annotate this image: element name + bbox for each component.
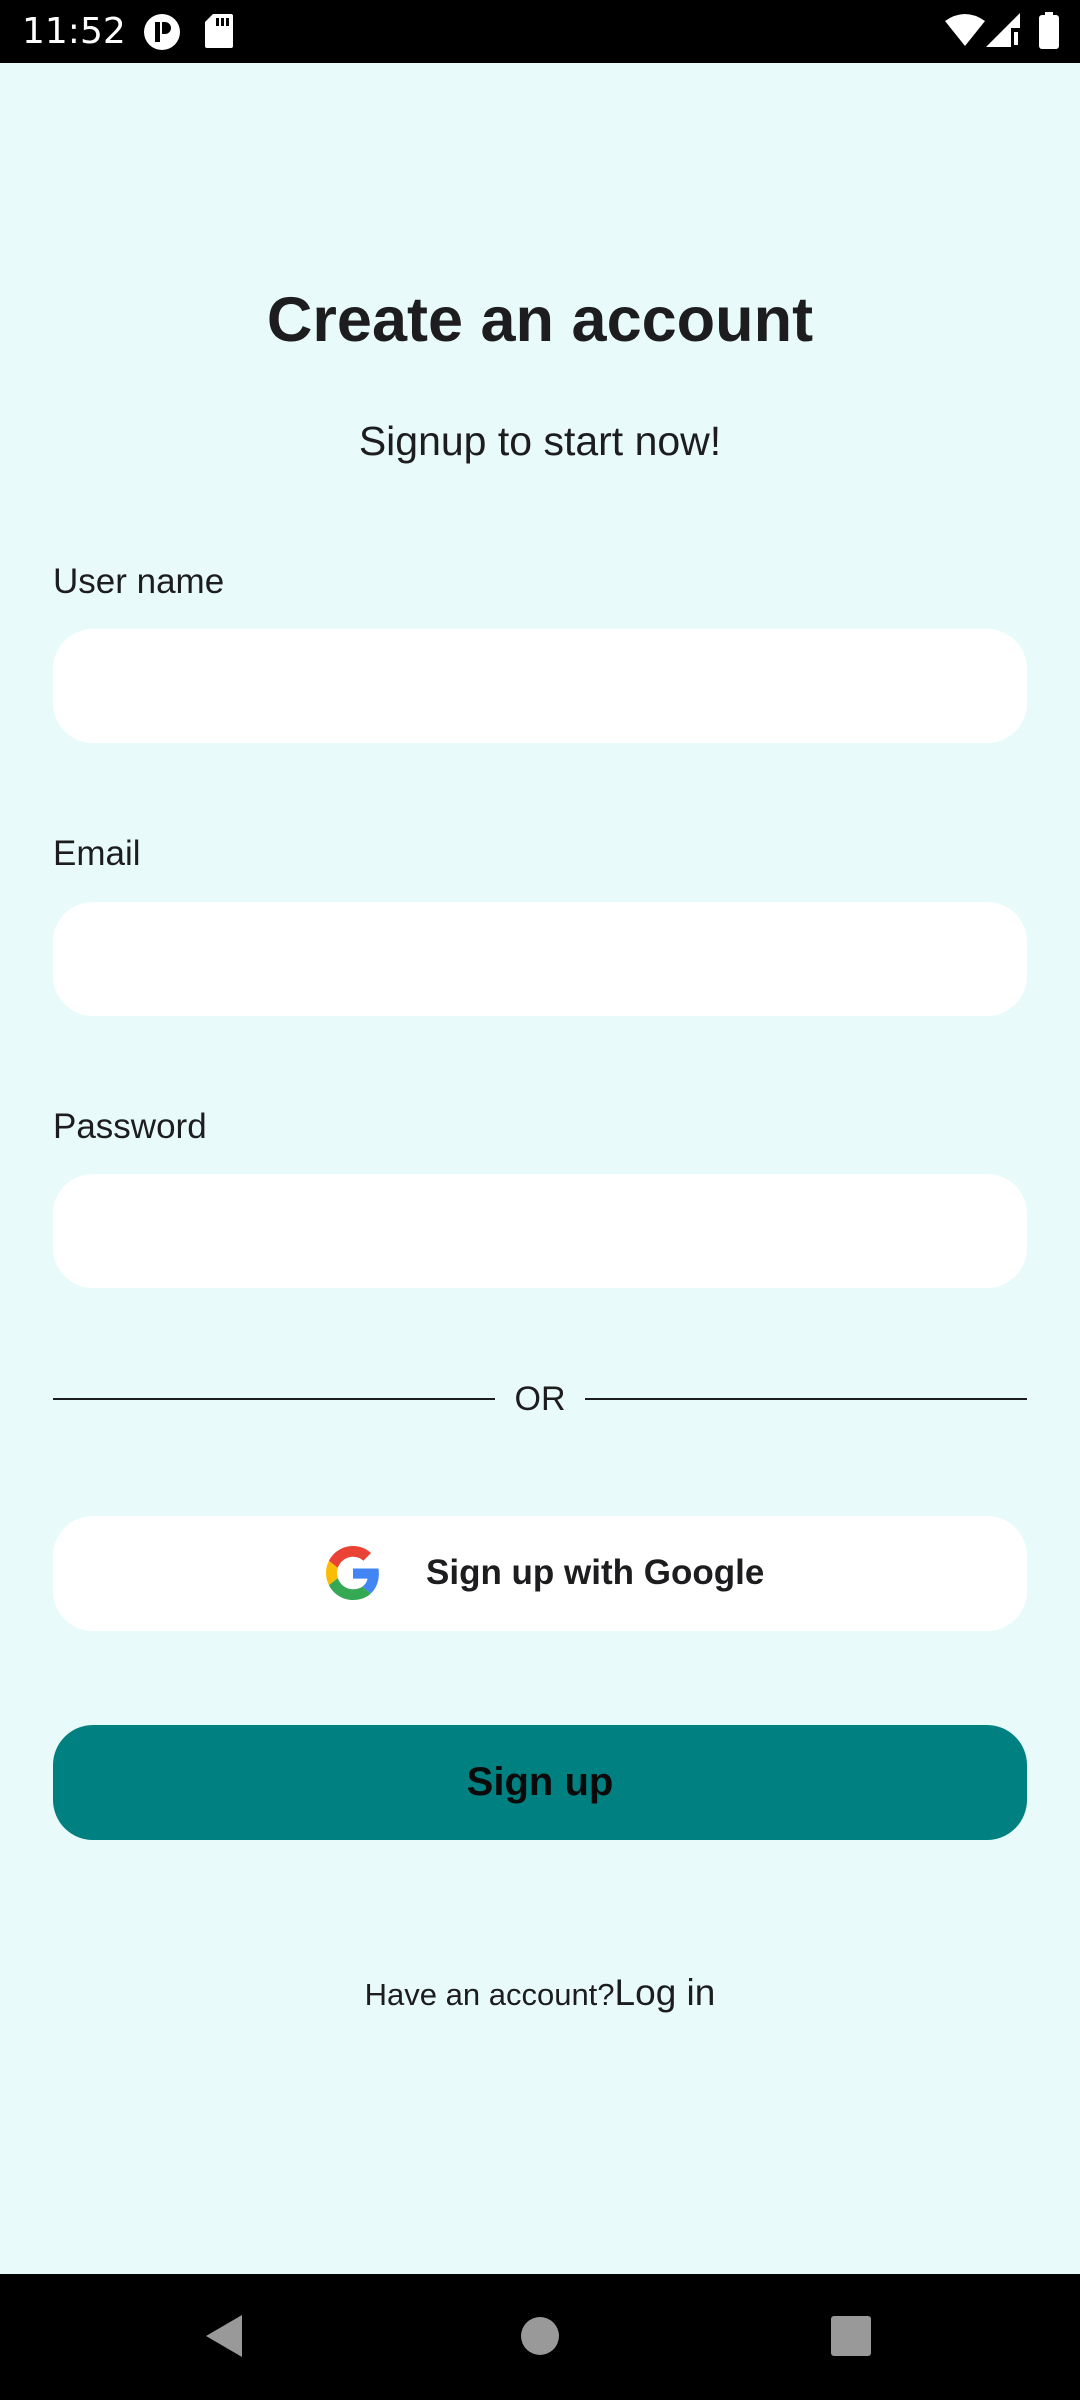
home-icon[interactable] xyxy=(520,2312,560,2360)
divider-line-left xyxy=(53,1398,495,1400)
divider-line-right xyxy=(585,1398,1027,1400)
login-prompt: Have an account?Log in xyxy=(0,1968,1080,2026)
back-icon[interactable] xyxy=(202,2312,246,2360)
google-signup-label: Sign up with Google xyxy=(426,1553,765,1592)
status-time: 11:52 xyxy=(22,11,126,52)
status-bar: 11:52 xyxy=(0,0,1080,63)
divider-text: OR xyxy=(514,1380,566,1418)
email-label: Email xyxy=(53,834,141,873)
battery-icon xyxy=(1039,12,1059,49)
username-input[interactable] xyxy=(53,629,1027,743)
username-label: User name xyxy=(53,562,225,601)
login-link[interactable]: Log in xyxy=(615,1972,716,2013)
wifi-icon xyxy=(945,14,985,46)
have-account-text: Have an account? xyxy=(364,1977,615,2012)
page-subtitle: Signup to start now! xyxy=(358,418,722,464)
cellular-signal-icon xyxy=(986,13,1020,47)
recents-icon[interactable] xyxy=(830,2312,872,2360)
password-input[interactable] xyxy=(53,1174,1027,1288)
password-label: Password xyxy=(53,1107,207,1146)
navigation-bar xyxy=(0,2274,1080,2400)
notification-badge-icon xyxy=(144,14,180,50)
google-signup-button[interactable]: Sign up with Google xyxy=(53,1516,1027,1631)
signup-button[interactable]: Sign up xyxy=(53,1725,1027,1840)
email-input[interactable] xyxy=(53,902,1027,1016)
google-icon xyxy=(326,1546,379,1600)
sd-card-icon xyxy=(205,14,233,48)
page-title: Create an account xyxy=(266,285,814,355)
